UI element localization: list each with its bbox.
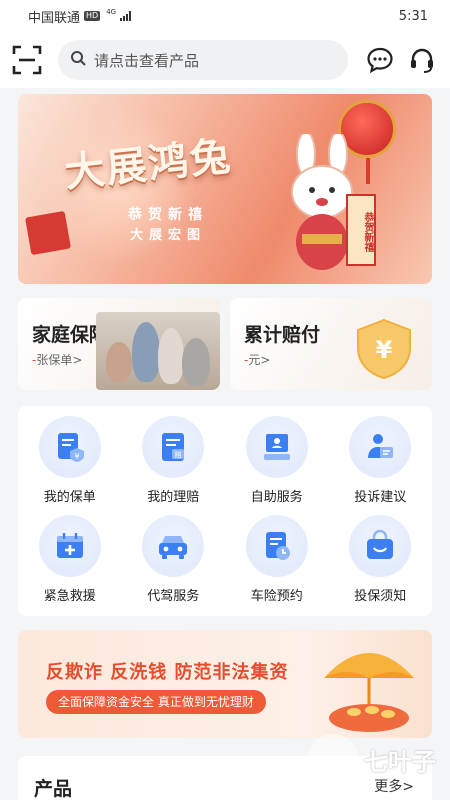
status-bar: 中国联通 HD 4G 5:31 [0, 0, 450, 32]
service-my-policy[interactable]: ¥ 我的保单 [18, 416, 122, 505]
notice-bag-icon [349, 515, 412, 577]
umbrella-icon [324, 653, 414, 732]
products-heading: 产品 [34, 778, 73, 800]
search-placeholder: 请点击查看产品 [94, 51, 200, 70]
watermark-text: 七叶子 [364, 747, 436, 776]
service-label: 车险预约 [250, 589, 303, 604]
policy-icon: ¥ [38, 416, 101, 478]
total-claims-card[interactable]: 累计赔付 -元> ¥ [230, 298, 432, 390]
hd-badge: HD [84, 11, 101, 21]
svg-text:¥: ¥ [74, 452, 79, 461]
complaint-icon [349, 416, 412, 478]
summary-cards: 家庭保障 -张保单> 累计赔付 -元> ¥ [18, 298, 432, 390]
anti-fraud-banner[interactable]: 反欺诈 反洗钱 防范非法集资 全面保障资金安全 真正做到无忧理财 [18, 630, 432, 738]
status-left: 中国联通 HD 4G [28, 7, 132, 26]
yuan-shield-icon: ¥ [357, 318, 411, 380]
anti-fraud-slogan: 全面保障资金安全 真正做到无忧理财 [46, 690, 266, 714]
service-notice[interactable]: 投保须知 [329, 515, 433, 604]
red-envelope-decoration [25, 210, 71, 256]
service-label: 投诉建议 [354, 490, 407, 505]
service-label: 我的保单 [43, 490, 96, 505]
service-my-claims[interactable]: 赔 我的理赔 [122, 416, 226, 505]
self-service-icon [245, 416, 308, 478]
search-icon [70, 50, 86, 70]
services-grid: ¥ 我的保单 赔 我的理赔 自助服务 投诉建议 紧急救援 代驾服务 车险预约 投… [18, 406, 432, 616]
svg-text:赔: 赔 [175, 450, 182, 459]
service-driver[interactable]: 代驾服务 [122, 515, 226, 604]
svg-text:¥: ¥ [376, 336, 393, 364]
scan-icon[interactable] [12, 45, 42, 75]
claim-icon: 赔 [142, 416, 205, 478]
car-icon [142, 515, 205, 577]
leaf-logo-icon [308, 734, 358, 784]
service-label: 投保须知 [354, 589, 407, 604]
top-bar: 请点击查看产品 [0, 32, 450, 88]
service-label: 我的理赔 [147, 490, 200, 505]
anti-fraud-title: 反欺诈 反洗钱 防范非法集资 [46, 662, 289, 683]
network-label: 4G [106, 8, 117, 16]
service-label: 自助服务 [250, 490, 303, 505]
family-coverage-card[interactable]: 家庭保障 -张保单> [18, 298, 220, 390]
signal-icon [120, 11, 132, 21]
search-input[interactable]: 请点击查看产品 [58, 40, 348, 80]
carrier-label: 中国联通 [28, 10, 81, 26]
promo-banner[interactable]: 大展鸿兔 恭贺新禧 大展宏图 恭贺新禧 [18, 94, 432, 284]
claims-amount-unit: 元> [248, 353, 271, 367]
appointment-icon [245, 515, 308, 577]
banner-subtitle-2: 大展宏图 [130, 228, 207, 243]
service-self-service[interactable]: 自助服务 [225, 416, 329, 505]
policy-count-unit: 张保单> [36, 353, 83, 367]
message-icon[interactable] [364, 44, 396, 76]
watermark: 七叶子 [308, 734, 436, 784]
family-photo [96, 312, 220, 390]
service-auto-appointment[interactable]: 车险预约 [225, 515, 329, 604]
clock: 5:31 [398, 8, 428, 24]
service-complaint[interactable]: 投诉建议 [329, 416, 433, 505]
service-rescue[interactable]: 紧急救援 [18, 515, 122, 604]
rescue-icon [38, 515, 101, 577]
service-label: 紧急救援 [43, 589, 96, 604]
banner-subtitle-1: 恭贺新禧 [128, 207, 208, 223]
greeting-scroll: 恭贺新禧 [346, 194, 376, 266]
headset-icon[interactable] [406, 44, 438, 76]
service-label: 代驾服务 [147, 589, 200, 604]
